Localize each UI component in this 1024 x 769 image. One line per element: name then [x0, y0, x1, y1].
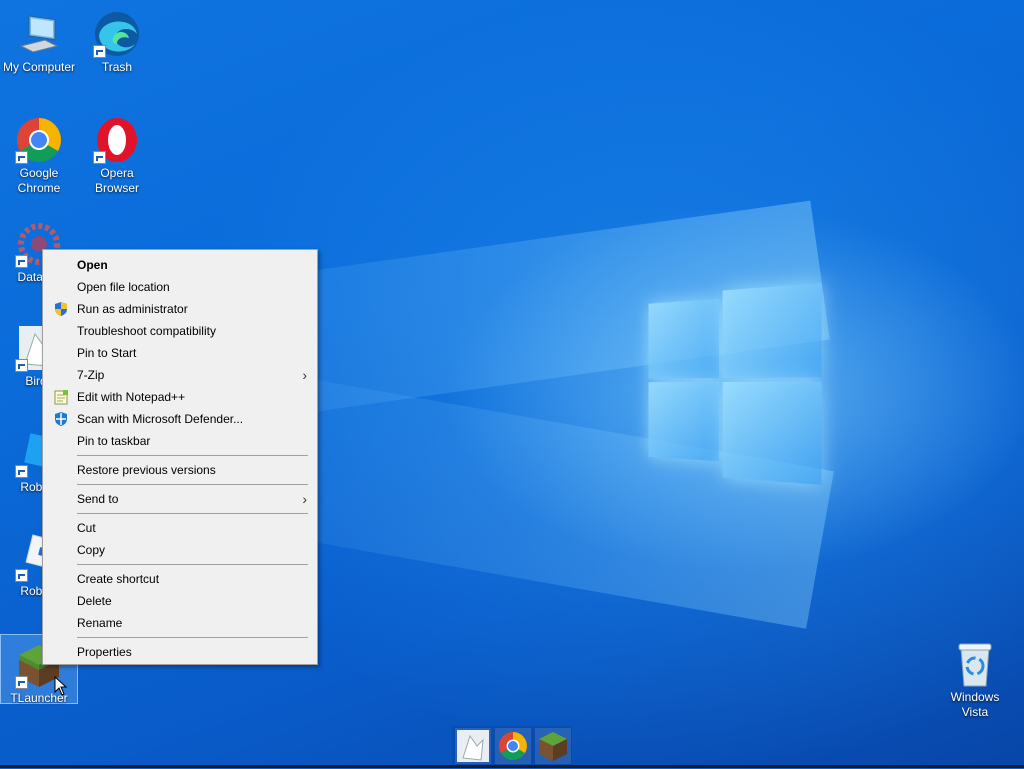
menu-item-7-zip[interactable]: 7-Zip ›: [43, 364, 317, 386]
desktop-icon-windows-vista[interactable]: Windows Vista: [936, 634, 1014, 720]
menu-separator: [77, 484, 308, 485]
menu-item-label: Troubleshoot compatibility: [77, 324, 216, 338]
desktop-icon-label: Opera Browser: [94, 166, 139, 195]
desktop-icon-label: My Computer: [2, 60, 76, 74]
menu-item-scan-with-microsoft-defender[interactable]: Scan with Microsoft Defender...: [43, 408, 317, 430]
taskbar-button-tlauncher[interactable]: [535, 728, 571, 764]
menu-item-label: Copy: [77, 543, 106, 557]
menu-item-label: Open: [77, 258, 108, 272]
notepad-plus-plus-icon: [53, 389, 69, 405]
birdy-icon: [457, 730, 489, 762]
menu-item-properties[interactable]: Properties: [43, 641, 317, 663]
menu-item-label: Pin to Start: [77, 346, 137, 360]
recycle-bin-icon: [951, 640, 999, 688]
desktop-icon-label: Google Chrome: [17, 166, 61, 195]
menu-item-label: Open file location: [77, 280, 170, 294]
menu-item-run-as-administrator[interactable]: Run as administrator: [43, 298, 317, 320]
grass-block-icon: [539, 732, 567, 761]
context-menu: Open Open file location Run as administr…: [42, 249, 318, 665]
desktop-icon-trash[interactable]: Trash: [78, 4, 156, 75]
menu-item-cut[interactable]: Cut: [43, 517, 317, 539]
windows-logo-wallpaper: [648, 282, 824, 487]
computer-icon: [15, 10, 63, 58]
menu-item-pin-to-taskbar[interactable]: Pin to taskbar: [43, 430, 317, 452]
taskbar: [452, 726, 572, 766]
menu-separator: [77, 564, 308, 565]
desktop-icon-label: Windows Vista: [950, 690, 1000, 719]
menu-item-label: Create shortcut: [77, 572, 160, 586]
uac-shield-icon: [53, 301, 69, 317]
desktop-icon-google-chrome[interactable]: Google Chrome: [0, 110, 78, 196]
menu-item-create-shortcut[interactable]: Create shortcut: [43, 568, 317, 590]
chrome-icon: [499, 732, 527, 760]
chrome-icon: [15, 116, 63, 164]
menu-item-edit-with-notepad-plus-plus[interactable]: Edit with Notepad++: [43, 386, 317, 408]
menu-item-label: Scan with Microsoft Defender...: [77, 412, 244, 426]
menu-item-copy[interactable]: Copy: [43, 539, 317, 561]
mouse-cursor-icon: [54, 676, 68, 696]
menu-item-open[interactable]: Open: [43, 254, 317, 276]
menu-item-pin-to-start[interactable]: Pin to Start: [43, 342, 317, 364]
desktop-icon-label: Trash: [101, 60, 133, 74]
taskbar-button-birdy[interactable]: [455, 728, 491, 764]
menu-item-label: Send to: [77, 492, 119, 506]
desktop-icon-opera-browser[interactable]: Opera Browser: [78, 110, 156, 196]
menu-item-label: Run as administrator: [77, 302, 188, 316]
menu-item-label: Properties: [77, 645, 132, 659]
defender-icon: [53, 411, 69, 427]
menu-item-label: 7-Zip: [77, 368, 105, 382]
menu-item-label: Pin to taskbar: [77, 434, 151, 448]
menu-separator: [77, 455, 308, 456]
opera-icon: [93, 116, 141, 164]
menu-item-troubleshoot-compatibility[interactable]: Troubleshoot compatibility: [43, 320, 317, 342]
menu-separator: [77, 637, 308, 638]
menu-item-label: Restore previous versions: [77, 463, 216, 477]
edge-icon: [93, 10, 141, 58]
menu-item-send-to[interactable]: Send to ›: [43, 488, 317, 510]
menu-item-open-file-location[interactable]: Open file location: [43, 276, 317, 298]
taskbar-button-chrome[interactable]: [495, 728, 531, 764]
menu-item-delete[interactable]: Delete: [43, 590, 317, 612]
desktop-icon-my-computer[interactable]: My Computer: [0, 4, 78, 75]
menu-item-rename[interactable]: Rename: [43, 612, 317, 634]
menu-item-label: Edit with Notepad++: [77, 390, 186, 404]
menu-item-label: Delete: [77, 594, 112, 608]
menu-separator: [77, 513, 308, 514]
chevron-right-icon: ›: [302, 491, 307, 507]
chevron-right-icon: ›: [302, 367, 307, 383]
menu-item-label: Rename: [77, 616, 123, 630]
menu-item-restore-previous-versions[interactable]: Restore previous versions: [43, 459, 317, 481]
menu-item-label: Cut: [77, 521, 96, 535]
